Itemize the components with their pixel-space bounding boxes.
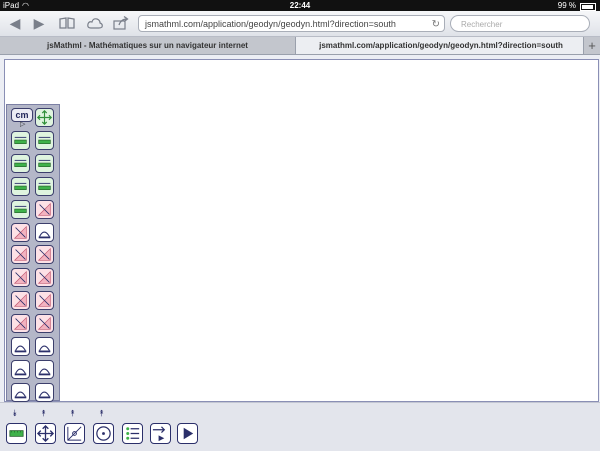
protractor-2-tool-button[interactable] xyxy=(35,382,54,402)
url-bar[interactable]: jsmathml.com/application/geodyn/geodyn.h… xyxy=(138,15,445,32)
angle-tool-button[interactable] xyxy=(35,245,54,265)
drawing-canvas[interactable] xyxy=(4,59,599,402)
segment-length-tool-button[interactable] xyxy=(11,130,30,150)
segment-length-tool-icon xyxy=(14,136,27,144)
semicircle-tool-icon xyxy=(38,345,51,353)
browser-toolbar: ◀ ▶ jsmathml.com/application/geodyn/geod… xyxy=(0,11,600,37)
move-tool-icon xyxy=(36,109,53,126)
search-placeholder: Rechercher xyxy=(461,20,503,29)
tool-palette: cm ▷ xyxy=(6,104,60,402)
tab-geodyn[interactable]: jsmathml.com/application/geodyn/geodyn.h… xyxy=(295,37,587,54)
move-button[interactable] xyxy=(35,423,56,444)
coordinate-button[interactable] xyxy=(64,423,85,444)
search-field[interactable]: Rechercher xyxy=(450,15,590,32)
line-measure-tool-button[interactable] xyxy=(35,176,54,196)
tab-label: jsMathml - Mathématiques sur un navigate… xyxy=(47,41,248,50)
move-tool-button[interactable] xyxy=(35,108,54,127)
new-tab-icon[interactable]: + xyxy=(583,37,600,54)
chevron-down-icon[interactable]: ⯯ xyxy=(12,409,17,418)
triangle-point-tool-button[interactable] xyxy=(11,222,30,242)
angle-tool-icon xyxy=(37,248,51,262)
url-text: jsmathml.com/application/geodyn/geodyn.h… xyxy=(145,19,396,29)
clock: 22:44 xyxy=(289,1,311,10)
triangle-point-tool-icon xyxy=(13,225,27,239)
segment-arrow-tool-button[interactable] xyxy=(11,176,30,196)
arc-tool-button[interactable] xyxy=(11,337,30,356)
triangle-tool-icon xyxy=(37,202,51,216)
diagonal-b-tool-button[interactable] xyxy=(35,268,54,288)
half-disc-tool-button[interactable] xyxy=(11,359,30,379)
corner-arrow-tool-button[interactable] xyxy=(35,314,54,334)
corner-tool-button[interactable] xyxy=(11,291,30,311)
diagonal-a-tool-button[interactable] xyxy=(11,268,30,288)
semicircle-tool-button[interactable] xyxy=(35,337,54,356)
circle-button[interactable] xyxy=(93,423,114,444)
pie-tool-button[interactable] xyxy=(35,359,54,379)
segment-arrow-tool-icon xyxy=(14,182,27,190)
kite-tool-icon xyxy=(13,248,27,262)
corner-arrow-tool-icon xyxy=(37,316,51,330)
half-disc-tool-icon xyxy=(14,368,27,376)
chevron-up-icon[interactable]: ⯭ xyxy=(70,409,75,418)
short-segment-tool-icon xyxy=(14,205,27,213)
diagonal-measure-tool-icon xyxy=(38,231,51,238)
cloud-icon[interactable] xyxy=(86,14,104,32)
tab-label: jsmathml.com/application/geodyn/geodyn.h… xyxy=(319,41,563,50)
line-measure-tool-icon xyxy=(38,182,51,190)
play-button[interactable] xyxy=(177,423,198,444)
line-pencil-tool-button[interactable] xyxy=(35,130,54,150)
chevron-up-icon[interactable]: ⯭ xyxy=(41,409,46,418)
arc-tool-icon xyxy=(14,345,27,353)
short-segment-tool-button[interactable] xyxy=(11,199,30,219)
list-button[interactable] xyxy=(122,423,143,444)
play-icon: ▷ xyxy=(20,121,26,128)
diagonal-measure-tool-button[interactable] xyxy=(35,222,54,242)
protractor-2-tool-icon xyxy=(38,391,51,399)
tab-jsmathml[interactable]: jsMathml - Mathématiques sur un navigate… xyxy=(0,37,295,54)
share-icon[interactable] xyxy=(112,14,130,32)
vertical-segment-tool-button[interactable] xyxy=(35,291,54,311)
battery-icon xyxy=(580,2,596,11)
vertical-segment-tool-icon xyxy=(37,294,51,307)
line-through-tool-icon xyxy=(38,159,51,167)
bottom-toolbar: ⯯ ⯭ ⯭ ⯭ xyxy=(0,402,600,451)
line-through-tool-button[interactable] xyxy=(35,153,54,173)
unit-label: cm xyxy=(15,110,29,120)
protractor-tool-button[interactable] xyxy=(11,382,30,402)
reload-icon[interactable]: ↻ xyxy=(432,16,440,33)
insert-button[interactable] xyxy=(150,423,171,444)
ray-tool-icon xyxy=(14,159,27,167)
ruler-button[interactable] xyxy=(6,423,27,444)
tab-bar: jsMathml - Mathématiques sur un navigate… xyxy=(0,37,600,55)
corner-tool-icon xyxy=(13,294,27,307)
vertical-move-tool-icon xyxy=(13,316,27,330)
bookmarks-icon[interactable] xyxy=(58,14,76,32)
status-bar: iPad ◠ 22:44 99 % xyxy=(0,0,600,11)
diagonal-b-tool-icon xyxy=(37,271,51,284)
kite-tool-button[interactable] xyxy=(11,245,30,265)
ray-tool-button[interactable] xyxy=(11,153,30,173)
forward-icon[interactable]: ▶ xyxy=(30,14,48,32)
back-icon[interactable]: ◀ xyxy=(6,14,24,32)
line-pencil-tool-icon xyxy=(38,136,51,144)
triangle-tool-button[interactable] xyxy=(35,199,54,219)
protractor-tool-icon xyxy=(14,391,27,399)
pie-tool-icon xyxy=(38,368,51,376)
battery-percent: 99 % xyxy=(557,1,576,10)
chevron-up-icon[interactable]: ⯭ xyxy=(99,409,104,418)
diagonal-a-tool-icon xyxy=(13,271,27,284)
vertical-move-tool-button[interactable] xyxy=(11,314,30,334)
